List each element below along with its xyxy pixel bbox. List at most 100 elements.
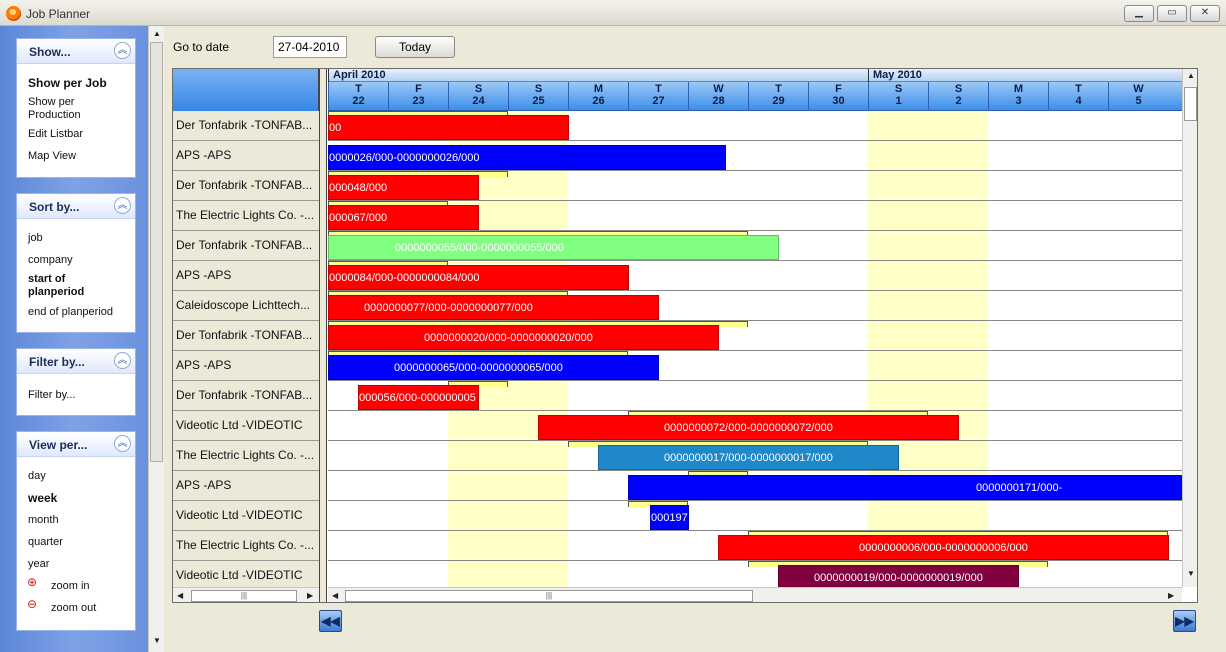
collapse-icon[interactable]: ︽ bbox=[114, 197, 131, 214]
scroll-down-icon[interactable]: ▼ bbox=[153, 636, 161, 645]
scroll-left-icon[interactable]: ◀ bbox=[177, 591, 183, 600]
row-label[interactable]: The Electric Lights Co. -... bbox=[173, 441, 319, 471]
day-column-header: S2 bbox=[928, 82, 988, 111]
scrollbar-thumb[interactable]: ||| bbox=[191, 590, 297, 602]
row-label[interactable]: Der Tonfabrik -TONFAB... bbox=[173, 231, 319, 261]
date-field[interactable]: 27-04-2010 bbox=[273, 36, 347, 58]
job-bar[interactable]: 00 bbox=[328, 115, 569, 140]
day-letter: W bbox=[713, 83, 724, 95]
scroll-left-icon[interactable]: ◀ bbox=[332, 591, 338, 600]
zoom-out-icon[interactable]: ⊖ bbox=[27, 597, 37, 611]
scroll-right-icon[interactable]: ▶ bbox=[307, 591, 313, 600]
job-bar[interactable]: 0000000171/000- bbox=[628, 475, 1182, 500]
window-title: Job Planner bbox=[26, 7, 91, 21]
row-label[interactable]: The Electric Lights Co. -... bbox=[173, 201, 319, 231]
close-button[interactable]: ✕ bbox=[1190, 5, 1220, 22]
day-column-header: W 28 bbox=[688, 82, 748, 111]
scrollbar-thumb[interactable]: ||| bbox=[345, 590, 753, 602]
day-number: 25 bbox=[532, 95, 545, 107]
filter-section: Filter by... ︽ Filter by... bbox=[16, 348, 136, 416]
listbar-item-month[interactable]: month bbox=[28, 514, 59, 526]
row-label[interactable]: Der Tonfabrik -TONFAB... bbox=[173, 321, 319, 351]
job-bar[interactable]: 0000000020/000-0000000020/000 bbox=[328, 325, 719, 350]
listbar-item-company[interactable]: company bbox=[28, 254, 73, 266]
listbar-item-edit-listbar[interactable]: Edit Listbar bbox=[28, 128, 83, 140]
gantt-horizontal-scrollbar[interactable]: ◀ ||| ▶ bbox=[328, 587, 1182, 602]
row-label[interactable]: Der Tonfabrik -TONFAB... bbox=[173, 111, 319, 141]
day-letter: S bbox=[534, 83, 543, 95]
scrollbar-thumb[interactable] bbox=[1184, 87, 1197, 121]
today-button[interactable]: Today bbox=[375, 36, 455, 58]
day-column-header: M 26 bbox=[568, 82, 628, 111]
day-letter: M bbox=[1013, 83, 1024, 95]
listbar-item-week[interactable]: week bbox=[28, 491, 57, 505]
row-label[interactable]: Caleidoscope Lichttech... bbox=[173, 291, 319, 321]
day-letter: M bbox=[593, 83, 604, 95]
job-bar[interactable]: 0000000055/000-0000000055/000 bbox=[328, 235, 779, 260]
row-label[interactable]: APS -APS bbox=[173, 471, 319, 501]
day-letter: S bbox=[954, 83, 963, 95]
row-label[interactable]: The Electric Lights Co. -... bbox=[173, 531, 319, 561]
job-bar[interactable]: 0000000077/000-0000000077/000 bbox=[328, 295, 659, 320]
listbar-item-job[interactable]: job bbox=[28, 232, 43, 244]
scrollbar-thumb[interactable] bbox=[150, 42, 163, 462]
day-column-header: S1 bbox=[868, 82, 928, 111]
listbar-item-map-view[interactable]: Map View bbox=[28, 150, 76, 162]
job-bar[interactable]: 0000084/000-0000000084/000 bbox=[328, 265, 629, 290]
job-bar[interactable]: 0000000072/000-0000000072/000 bbox=[538, 415, 959, 440]
job-bar[interactable]: 0000000019/000-0000000019/000 bbox=[778, 565, 1019, 587]
zoom-in-icon[interactable]: ⊕ bbox=[27, 575, 37, 589]
scroll-down-icon[interactable]: ▼ bbox=[1187, 569, 1195, 578]
scroll-right-icon[interactable]: ▶ bbox=[1168, 591, 1174, 600]
maximize-button[interactable]: ▭ bbox=[1157, 5, 1187, 22]
listbar-item-show-per-production[interactable]: Show per Production bbox=[28, 96, 118, 122]
listbar-item-day[interactable]: day bbox=[28, 470, 46, 482]
minimize-button[interactable]: ▁ bbox=[1124, 5, 1154, 22]
collapse-icon[interactable]: ︽ bbox=[114, 352, 131, 369]
row-divider bbox=[328, 140, 1182, 141]
gantt-vertical-scrollbar[interactable]: ▲ ▼ bbox=[1182, 69, 1197, 587]
scroll-up-icon[interactable]: ▲ bbox=[153, 29, 161, 38]
scroll-up-icon[interactable]: ▲ bbox=[1187, 71, 1195, 80]
job-bar[interactable]: 0000000017/000-0000000017/000 bbox=[598, 445, 899, 470]
day-column-header: T 22 bbox=[328, 82, 388, 111]
listbar-item-year[interactable]: year bbox=[28, 558, 49, 570]
listbar-item-quarter[interactable]: quarter bbox=[28, 536, 63, 548]
job-bar[interactable]: 000048/000 bbox=[328, 175, 479, 200]
next-period-button[interactable]: ▶▶ bbox=[1173, 610, 1196, 632]
listbar-scrollbar[interactable]: ▲ ▼ bbox=[148, 26, 164, 652]
previous-period-button[interactable]: ◀◀ bbox=[319, 610, 342, 632]
job-bar[interactable]: 0000026/000-0000000026/000 bbox=[328, 145, 726, 170]
row-label[interactable]: APS -APS bbox=[173, 141, 319, 171]
listbar-item-zoom-in[interactable]: zoom in bbox=[51, 580, 90, 592]
listbar-item-show-per-job[interactable]: Show per Job bbox=[28, 76, 107, 90]
listbar-item-filter-by[interactable]: Filter by... bbox=[28, 389, 75, 401]
job-bar[interactable]: 000197 bbox=[650, 505, 689, 530]
job-bar[interactable]: 0000000065/000-0000000065/000 bbox=[328, 355, 659, 380]
row-label[interactable]: Videotic Ltd -VIDEOTIC bbox=[173, 411, 319, 441]
job-bar[interactable]: 0000000006/000-0000000006/000 bbox=[718, 535, 1169, 560]
row-label[interactable]: APS -APS bbox=[173, 261, 319, 291]
row-label[interactable]: Videotic Ltd -VIDEOTIC bbox=[173, 501, 319, 531]
listbar-item-zoom-out[interactable]: zoom out bbox=[51, 602, 96, 614]
gantt-chart: April 2010 May 2010 T 22 F 23 S 24 S 25 M 26 T 27 W 28… bbox=[328, 69, 1182, 587]
row-label[interactable]: Der Tonfabrik -TONFAB... bbox=[173, 171, 319, 201]
collapse-icon[interactable]: ︽ bbox=[114, 42, 131, 59]
listbar-item-end-of-planperiod[interactable]: end of planperiod bbox=[28, 306, 113, 318]
row-label[interactable]: Der Tonfabrik -TONFAB... bbox=[173, 381, 319, 411]
view-section: View per... ︽ day week month quarter yea… bbox=[16, 431, 136, 631]
grid-splitter[interactable] bbox=[319, 69, 327, 602]
title-bar: Job Planner ▁ ▭ ✕ bbox=[0, 0, 1226, 26]
labels-horizontal-scrollbar[interactable]: ◀ ||| ▶ bbox=[173, 587, 319, 602]
day-column-header: T 27 bbox=[628, 82, 688, 111]
day-number: 23 bbox=[412, 95, 425, 107]
row-label[interactable]: APS -APS bbox=[173, 351, 319, 381]
listbar-item-start-of-planperiod[interactable]: start of planperiod bbox=[28, 273, 118, 299]
month-header: April 2010 May 2010 bbox=[328, 69, 1182, 82]
day-number: 28 bbox=[712, 95, 725, 107]
job-bar[interactable]: 000067/000 bbox=[328, 205, 479, 230]
day-column-header: F 30 bbox=[808, 82, 868, 111]
collapse-icon[interactable]: ︽ bbox=[114, 435, 131, 452]
job-bar[interactable]: 000056/000-000000005 bbox=[358, 385, 479, 410]
grid-corner-header bbox=[173, 69, 319, 111]
